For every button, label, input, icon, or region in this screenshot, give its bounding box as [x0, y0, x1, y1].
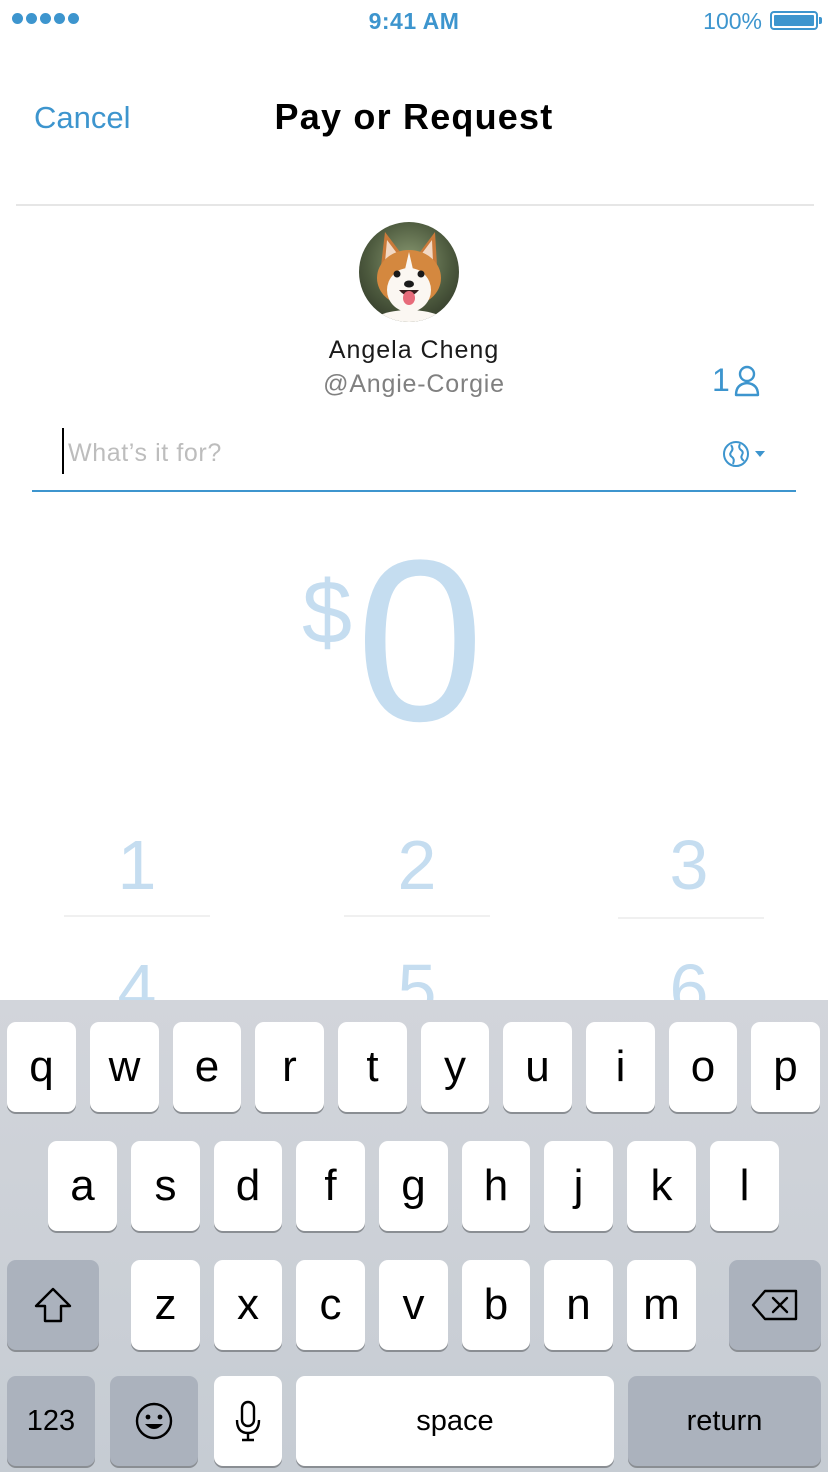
- emoji-key[interactable]: [110, 1376, 198, 1466]
- key-p[interactable]: p: [751, 1022, 820, 1112]
- microphone-key[interactable]: [214, 1376, 282, 1466]
- currency-symbol: $: [302, 563, 353, 663]
- key-g[interactable]: g: [379, 1141, 448, 1231]
- keypad-key-2[interactable]: 2: [344, 830, 490, 900]
- corgi-avatar-icon: [359, 222, 459, 322]
- amount-value: 0: [356, 512, 484, 769]
- recipient-count-button[interactable]: 1: [712, 362, 760, 399]
- backspace-icon: [751, 1289, 798, 1321]
- keypad-key-3[interactable]: 3: [616, 830, 762, 900]
- key-l[interactable]: l: [710, 1141, 779, 1231]
- key-r[interactable]: r: [255, 1022, 324, 1112]
- key-h[interactable]: h: [462, 1141, 530, 1231]
- globe-icon: [723, 441, 749, 467]
- keypad-key-1[interactable]: 1: [64, 830, 210, 900]
- person-icon: [734, 365, 759, 396]
- recipient-name: Angela Cheng: [328, 336, 500, 364]
- privacy-selector[interactable]: [722, 440, 766, 468]
- chevron-down-icon: [755, 451, 765, 457]
- key-i[interactable]: i: [586, 1022, 655, 1112]
- space-key[interactable]: space: [296, 1376, 614, 1466]
- keypad-divider: [344, 915, 490, 917]
- page-title: Pay or Request: [274, 96, 554, 137]
- emoji-icon: [135, 1402, 173, 1440]
- microphone-icon: [235, 1400, 261, 1442]
- key-f[interactable]: f: [296, 1141, 365, 1231]
- key-m[interactable]: m: [627, 1260, 696, 1350]
- key-c[interactable]: c: [296, 1260, 365, 1350]
- key-q[interactable]: q: [7, 1022, 76, 1112]
- key-k[interactable]: k: [627, 1141, 696, 1231]
- keypad-divider: [618, 917, 764, 919]
- note-input[interactable]: [68, 432, 668, 474]
- numbers-key[interactable]: 123: [7, 1376, 95, 1466]
- key-z[interactable]: z: [131, 1260, 200, 1350]
- status-bar: 9:41 AM 100%: [0, 0, 828, 40]
- recipient-count: 1: [712, 362, 730, 398]
- recipient-avatar[interactable]: [359, 222, 459, 322]
- key-s[interactable]: s: [131, 1141, 200, 1231]
- text-caret: [62, 428, 64, 474]
- battery-percent: 100%: [703, 8, 762, 34]
- key-u[interactable]: u: [503, 1022, 572, 1112]
- shift-key[interactable]: [7, 1260, 99, 1350]
- keypad-divider: [64, 915, 210, 917]
- keyboard: q w e r t y u i o p a s d f g h j k l z …: [0, 1000, 828, 1472]
- key-v[interactable]: v: [379, 1260, 448, 1350]
- key-a[interactable]: a: [48, 1141, 117, 1231]
- shift-icon: [34, 1287, 72, 1323]
- amount-display: $ 0: [0, 526, 828, 756]
- recipient-handle: @Angie-Corgie: [323, 370, 505, 398]
- key-x[interactable]: x: [214, 1260, 282, 1350]
- nav-divider: [16, 204, 814, 206]
- key-w[interactable]: w: [90, 1022, 159, 1112]
- battery-icon: [770, 11, 822, 30]
- key-t[interactable]: t: [338, 1022, 407, 1112]
- key-d[interactable]: d: [214, 1141, 282, 1231]
- key-n[interactable]: n: [544, 1260, 613, 1350]
- key-y[interactable]: y: [421, 1022, 489, 1112]
- delete-key[interactable]: [729, 1260, 821, 1350]
- key-b[interactable]: b: [462, 1260, 530, 1350]
- key-j[interactable]: j: [544, 1141, 613, 1231]
- note-field: [32, 426, 796, 492]
- key-o[interactable]: o: [669, 1022, 737, 1112]
- return-key[interactable]: return: [628, 1376, 821, 1466]
- key-e[interactable]: e: [173, 1022, 241, 1112]
